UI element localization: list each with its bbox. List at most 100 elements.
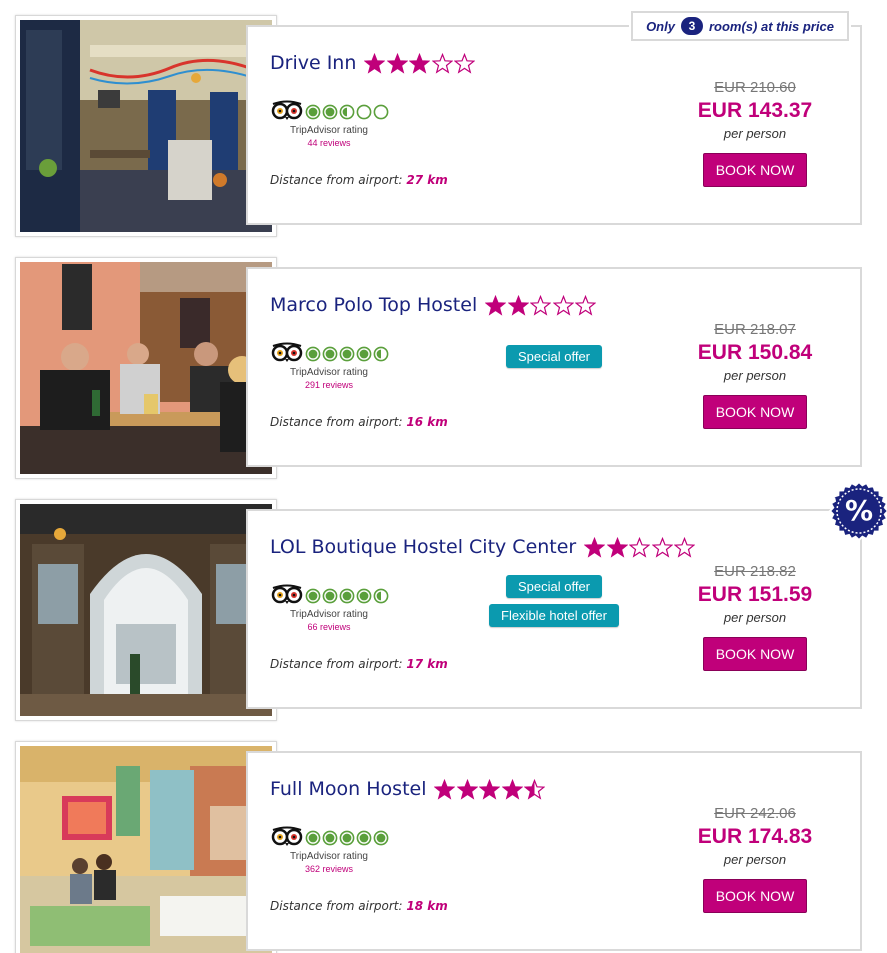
- hotel-card-lol-boutique[interactable]: LOL Boutique Hostel City Center TripAdvi…: [0, 484, 887, 726]
- tripadvisor-bubble-full-icon: [356, 588, 372, 604]
- tripadvisor-rating[interactable]: TripAdvisor rating 362 reviews: [270, 826, 410, 875]
- tripadvisor-owl-icon: [270, 826, 304, 850]
- special-offer-badge[interactable]: Special offer: [505, 575, 603, 598]
- price-block: EUR 242.06 EUR 174.83 per person BOOK NO…: [678, 805, 832, 913]
- tripadvisor-rating[interactable]: TripAdvisor rating 66 reviews: [270, 584, 410, 633]
- star-filled-icon: [584, 536, 606, 558]
- tripadvisor-bubble-full-icon: [356, 346, 372, 362]
- star-filled-icon: [606, 536, 628, 558]
- rooms-left-count: 3: [680, 17, 703, 35]
- hotel-photo[interactable]: [20, 262, 272, 474]
- star-empty-icon: [651, 536, 673, 558]
- discount-seal-icon: %: [828, 480, 887, 542]
- book-now-button[interactable]: BOOK NOW: [703, 153, 807, 187]
- hotel-name-text[interactable]: LOL Boutique Hostel City Center: [270, 536, 576, 558]
- airport-distance: Distance from airport: 17 km: [270, 657, 448, 671]
- special-offer-badge[interactable]: Special offer: [505, 345, 603, 368]
- tripadvisor-owl-icon: [270, 342, 304, 366]
- price-block: EUR 210.60 EUR 143.37 per person BOOK NO…: [678, 79, 832, 187]
- tripadvisor-bubble-full-icon: [322, 104, 338, 120]
- tripadvisor-bubbles: [305, 104, 390, 120]
- hotel-photo-frame[interactable]: [15, 499, 277, 721]
- hotel-photo[interactable]: [20, 20, 272, 232]
- airport-distance: Distance from airport: 27 km: [270, 173, 448, 187]
- distance-value: 17 km: [406, 657, 448, 671]
- tripadvisor-bubble-full-icon: [339, 588, 355, 604]
- tripadvisor-bubbles: [305, 346, 390, 362]
- hotel-info-panel: Drive Inn TripAdvisor rating 44 reviews …: [246, 25, 862, 225]
- hotel-photo-frame[interactable]: [15, 257, 277, 479]
- hotel-name-text[interactable]: Drive Inn: [270, 52, 356, 74]
- hotel-photo-frame[interactable]: [15, 15, 277, 237]
- star-empty-icon: [530, 294, 552, 316]
- star-empty-icon: [431, 52, 453, 74]
- book-now-button[interactable]: BOOK NOW: [703, 395, 807, 429]
- star-empty-icon: [552, 294, 574, 316]
- distance-value: 16 km: [406, 415, 448, 429]
- hotel-photo-frame[interactable]: [15, 741, 277, 953]
- tripadvisor-bubble-half-icon: [373, 588, 389, 604]
- review-count-link[interactable]: 291 reviews: [270, 379, 388, 391]
- review-count-link[interactable]: 66 reviews: [270, 621, 388, 633]
- hotel-info-panel: Marco Polo Top Hostel TripAdvisor rating…: [246, 267, 862, 467]
- tripadvisor-bubble-half-icon: [339, 104, 355, 120]
- tripadvisor-owl-icon: [270, 584, 304, 608]
- hotel-card-marco-polo[interactable]: Marco Polo Top Hostel TripAdvisor rating…: [0, 242, 887, 484]
- per-person-label: per person: [723, 852, 787, 867]
- tripadvisor-bubble-full-icon: [322, 830, 338, 846]
- original-price: EUR 210.60: [714, 79, 796, 96]
- airport-distance: Distance from airport: 18 km: [270, 899, 448, 913]
- tripadvisor-bubble-full-icon: [305, 830, 321, 846]
- distance-label: Distance from airport:: [270, 657, 403, 671]
- hotel-photo[interactable]: [20, 504, 272, 716]
- star-empty-icon: [575, 294, 597, 316]
- review-count-link[interactable]: 44 reviews: [270, 137, 388, 149]
- tripadvisor-bubble-full-icon: [322, 588, 338, 604]
- star-empty-icon: [454, 52, 476, 74]
- hotel-name[interactable]: Marco Polo Top Hostel: [270, 294, 598, 316]
- book-now-button[interactable]: BOOK NOW: [703, 879, 807, 913]
- review-count-link[interactable]: 362 reviews: [270, 863, 388, 875]
- distance-label: Distance from airport:: [270, 415, 403, 429]
- tripadvisor-label: TripAdvisor rating: [290, 125, 368, 136]
- tripadvisor-rating[interactable]: TripAdvisor rating 291 reviews: [270, 342, 410, 391]
- star-half-icon: [524, 778, 546, 800]
- star-rating: [434, 778, 547, 800]
- tripadvisor-bubble-full-icon: [373, 830, 389, 846]
- price-block: EUR 218.82 EUR 151.59 per person BOOK NO…: [678, 563, 832, 671]
- tripadvisor-bubble-full-icon: [339, 346, 355, 362]
- tripadvisor-bubble-full-icon: [305, 104, 321, 120]
- per-person-label: per person: [723, 368, 787, 383]
- hotel-info-panel: LOL Boutique Hostel City Center TripAdvi…: [246, 509, 862, 709]
- hotel-name[interactable]: LOL Boutique Hostel City Center: [270, 536, 697, 558]
- hotel-name[interactable]: Full Moon Hostel: [270, 778, 547, 800]
- tripadvisor-bubble-full-icon: [356, 830, 372, 846]
- distance-value: 18 km: [406, 899, 448, 913]
- book-now-button[interactable]: BOOK NOW: [703, 637, 807, 671]
- discounted-price: EUR 143.37: [697, 99, 813, 122]
- tripadvisor-bubble-empty-icon: [373, 104, 389, 120]
- star-filled-icon: [501, 778, 523, 800]
- tripadvisor-bubble-empty-icon: [356, 104, 372, 120]
- tripadvisor-rating[interactable]: TripAdvisor rating 44 reviews: [270, 100, 410, 149]
- original-price: EUR 218.07: [714, 321, 796, 338]
- availability-suffix: room(s) at this price: [708, 18, 834, 34]
- star-filled-icon: [479, 778, 501, 800]
- hotel-name-text[interactable]: Full Moon Hostel: [270, 778, 426, 800]
- tripadvisor-bubbles: [305, 588, 390, 604]
- tripadvisor-label: TripAdvisor rating: [290, 851, 368, 862]
- tripadvisor-label: TripAdvisor rating: [290, 367, 368, 378]
- availability-prefix: Only: [646, 18, 675, 34]
- flexible-offer-badge[interactable]: Flexible hotel offer: [489, 604, 619, 627]
- distance-label: Distance from airport:: [270, 899, 403, 913]
- price-block: EUR 218.07 EUR 150.84 per person BOOK NO…: [678, 321, 832, 429]
- star-filled-icon: [456, 778, 478, 800]
- tripadvisor-bubble-full-icon: [339, 830, 355, 846]
- hotel-photo[interactable]: [20, 746, 272, 953]
- tripadvisor-bubble-full-icon: [305, 588, 321, 604]
- hotel-card-full-moon[interactable]: Full Moon Hostel TripAdvisor rating 362 …: [0, 726, 887, 953]
- hotel-name-text[interactable]: Marco Polo Top Hostel: [270, 294, 477, 316]
- tripadvisor-bubble-half-icon: [373, 346, 389, 362]
- star-empty-icon: [629, 536, 651, 558]
- hotel-name[interactable]: Drive Inn: [270, 52, 477, 74]
